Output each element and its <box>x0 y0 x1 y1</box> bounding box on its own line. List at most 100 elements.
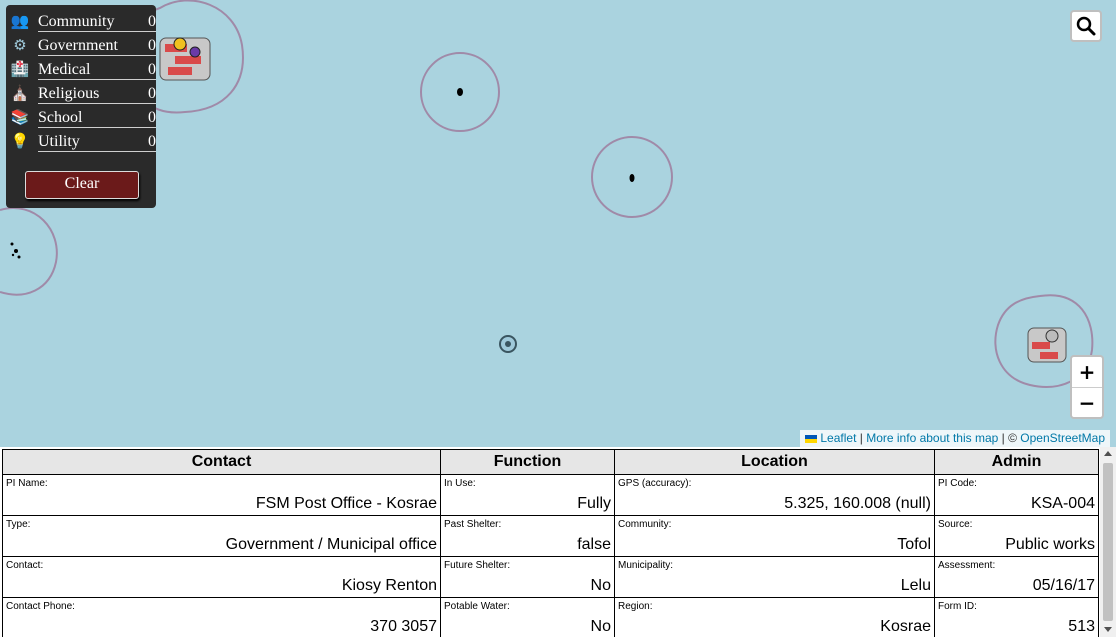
field-label: Type: <box>6 519 31 530</box>
islet <box>629 174 635 182</box>
field-label: Future Shelter: <box>444 560 511 571</box>
table-row: PI Name: FSM Post Office - Kosrae In Use:… <box>2 474 1099 516</box>
scroll-up-arrow-icon[interactable] <box>1104 451 1112 456</box>
zoom-control: + − <box>1070 355 1104 419</box>
marker-cluster[interactable] <box>159 37 211 81</box>
legend-label: Religious <box>38 83 146 104</box>
field-label: Region: <box>618 601 653 612</box>
legend-item-government[interactable]: ⚙ Government 0 <box>10 35 156 57</box>
table-cell: Potable Water: No <box>440 597 615 637</box>
field-label: Contact Phone: <box>6 601 75 612</box>
field-value: Kosrae <box>880 618 931 635</box>
field-value: KSA-004 <box>1030 495 1095 512</box>
map-attribution: Leaflet | More info about this map | © O… <box>800 430 1110 447</box>
islet <box>10 242 14 246</box>
field-value: 05/16/17 <box>1032 577 1095 594</box>
legend-item-medical[interactable]: 🏥 Medical 0 <box>10 59 156 81</box>
info-panel[interactable]: Contact Function Location Admin PI Name:… <box>0 447 1116 637</box>
table-row: Contact Phone: 370 3057 Potable Water: No … <box>2 597 1099 637</box>
hospital-icon: 🏥 <box>10 61 30 78</box>
table-cell: Form ID: 513 <box>934 597 1099 637</box>
legend-count: 0 <box>146 37 156 56</box>
legend-count: 0 <box>146 61 156 80</box>
scroll-down-arrow-icon[interactable] <box>1104 627 1112 632</box>
facility-info-table: Contact Function Location Admin PI Name:… <box>2 449 1099 637</box>
table-cell: Past Shelter: false <box>440 515 615 557</box>
islet <box>11 253 15 257</box>
field-label: Contact: <box>6 560 44 571</box>
field-value: Fully <box>577 495 611 512</box>
legend-label: Medical <box>38 59 146 80</box>
islet <box>14 249 18 253</box>
table-cell: PI Name: FSM Post Office - Kosrae <box>2 474 441 516</box>
legend-label: Government <box>38 35 146 56</box>
zoom-out-button[interactable]: − <box>1072 388 1102 418</box>
column-header-admin: Admin <box>934 449 1099 475</box>
search-icon <box>1076 16 1096 36</box>
table-cell: Future Shelter: No <box>440 556 615 598</box>
field-label: Source: <box>938 519 973 530</box>
legend-count: 0 <box>146 13 156 32</box>
field-label: GPS (accuracy): <box>618 478 692 489</box>
table-cell: Assessment: 05/16/17 <box>934 556 1099 598</box>
people-icon: 👥 <box>10 13 30 30</box>
table-cell: Region: Kosrae <box>614 597 935 637</box>
legend-label: Community <box>38 11 146 32</box>
column-header-contact: Contact <box>2 449 441 475</box>
search-button[interactable] <box>1070 10 1102 42</box>
field-label: Potable Water: <box>444 601 510 612</box>
field-value: No <box>590 618 611 635</box>
field-label: Past Shelter: <box>444 519 502 530</box>
leaflet-link[interactable]: Leaflet <box>820 431 856 445</box>
gear-icon: ⚙ <box>13 37 27 54</box>
openstreetmap-link[interactable]: OpenStreetMap <box>1020 431 1105 445</box>
marker-cluster[interactable] <box>1027 327 1067 363</box>
more-info-link[interactable]: More info about this map <box>866 431 998 445</box>
map-view[interactable]: 👥 Community 0 ⚙ Government 0 🏥 Medical 0… <box>0 0 1116 447</box>
map-tiles[interactable] <box>0 0 1116 447</box>
zoom-in-button[interactable]: + <box>1072 357 1102 388</box>
field-value: false <box>577 536 611 553</box>
field-label: PI Code: <box>938 478 977 489</box>
legend-label: School <box>38 107 146 128</box>
table-cell: Municipality: Lelu <box>614 556 935 598</box>
table-cell: Source: Public works <box>934 515 1099 557</box>
field-label: Community: <box>618 519 672 530</box>
table-cell: Type: Government / Municipal office <box>2 515 441 557</box>
field-value: No <box>590 577 611 594</box>
islet <box>457 88 463 96</box>
legend-item-utility[interactable]: 💡 Utility 0 <box>10 131 156 153</box>
table-cell: PI Code: KSA-004 <box>934 474 1099 516</box>
field-value: Government / Municipal office <box>225 536 437 553</box>
ukraine-flag-icon <box>805 434 818 443</box>
legend-panel: 👥 Community 0 ⚙ Government 0 🏥 Medical 0… <box>6 5 156 208</box>
field-value: Kiosy Renton <box>341 577 437 594</box>
field-label: In Use: <box>444 478 476 489</box>
legend-item-religious[interactable]: ⛪ Religious 0 <box>10 83 156 105</box>
government-marker-icon[interactable] <box>499 335 517 353</box>
field-value: FSM Post Office - Kosrae <box>255 495 437 512</box>
attribution-copyright: | © <box>1001 431 1017 445</box>
legend-count: 0 <box>146 133 156 152</box>
panel-scrollbar[interactable] <box>1100 447 1116 637</box>
legend-item-community[interactable]: 👥 Community 0 <box>10 11 156 33</box>
column-header-function: Function <box>440 449 615 475</box>
field-value: Tofol <box>897 536 931 553</box>
table-cell: Contact Phone: 370 3057 <box>2 597 441 637</box>
books-icon: 📚 <box>10 109 30 126</box>
field-label: PI Name: <box>6 478 48 489</box>
legend-label: Utility <box>38 131 146 152</box>
table-header-row: Contact Function Location Admin <box>2 449 1099 475</box>
scrollbar-thumb[interactable] <box>1103 463 1113 621</box>
clear-button[interactable]: Clear <box>25 171 139 199</box>
field-value: Lelu <box>900 577 931 594</box>
islet <box>17 255 21 259</box>
legend-count: 0 <box>146 109 156 128</box>
legend-item-school[interactable]: 📚 School 0 <box>10 107 156 129</box>
attribution-separator: | <box>859 431 863 445</box>
table-cell: In Use: Fully <box>440 474 615 516</box>
table-row: Type: Government / Municipal office Past … <box>2 515 1099 557</box>
table-row: Contact: Kiosy Renton Future Shelter: No M… <box>2 556 1099 598</box>
field-value: 5.325, 160.008 (null) <box>784 495 931 512</box>
legend-count: 0 <box>146 85 156 104</box>
